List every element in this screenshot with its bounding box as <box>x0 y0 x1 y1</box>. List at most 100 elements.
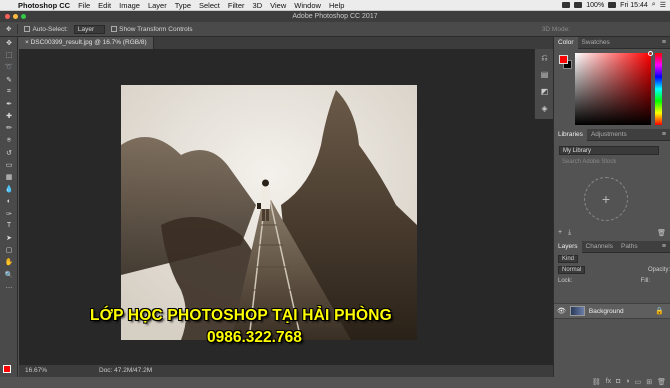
quick-select-icon[interactable]: ✎ <box>0 74 18 86</box>
fx-icon[interactable]: fx <box>606 378 611 386</box>
healing-icon[interactable]: ✚ <box>0 110 18 122</box>
minimize-icon[interactable] <box>13 14 18 19</box>
more-icon[interactable]: … <box>0 281 18 293</box>
adjustment-layer-icon[interactable]: ◑ <box>625 378 629 386</box>
collapsed-panel-strip: ⎌ ▤ ◩ ◈ <box>534 49 553 119</box>
tab-libraries[interactable]: Libraries <box>554 128 587 141</box>
visibility-eye-icon[interactable]: 👁 <box>557 307 566 315</box>
mask-icon[interactable]: ◘ <box>616 378 620 386</box>
auto-select-dropdown[interactable]: Layer <box>73 24 106 34</box>
zoom-window-icon[interactable] <box>21 14 26 19</box>
stamp-icon[interactable]: ⍟ <box>0 135 18 147</box>
menu-help[interactable]: Help <box>325 1 348 10</box>
type-icon[interactable]: T <box>0 220 18 232</box>
library-panel-tabs: Libraries Adjustments ≡ <box>554 128 670 141</box>
dodge-icon[interactable]: ◐ <box>0 195 18 207</box>
delete-layer-icon[interactable]: 🗑 <box>657 378 666 386</box>
shape-icon[interactable]: ▢ <box>0 244 18 256</box>
hand-icon[interactable]: ✋ <box>0 256 18 268</box>
move-icon[interactable]: ✥ <box>0 37 18 49</box>
eraser-icon[interactable]: ▭ <box>0 159 18 171</box>
library-bottom-bar: + ⤓ 🗑 <box>558 229 666 237</box>
add-icon[interactable]: + <box>558 229 562 237</box>
blur-icon[interactable]: 💧 <box>0 183 18 195</box>
trash-icon[interactable]: 🗑 <box>657 229 666 237</box>
doc-size[interactable]: Doc: 47.2M/47.2M <box>99 365 152 377</box>
history-brush-icon[interactable]: ↺ <box>0 147 18 159</box>
wifi-icon[interactable] <box>562 2 571 8</box>
pen-icon[interactable]: ✑ <box>0 208 18 220</box>
library-search[interactable]: Search Adobe Stock <box>559 158 659 167</box>
tab-channels[interactable]: Channels <box>582 241 617 253</box>
blend-mode-select[interactable]: Normal <box>558 265 586 274</box>
tab-paths[interactable]: Paths <box>617 241 642 253</box>
panel-menu-icon[interactable]: ≡ <box>662 131 666 138</box>
tab-swatches[interactable]: Swatches <box>578 37 614 49</box>
color-field[interactable] <box>575 53 651 125</box>
layer-row-background[interactable]: 👁 Background 🔒 <box>554 303 670 319</box>
adjust-icon[interactable]: ◩ <box>535 83 554 100</box>
styles-icon[interactable]: ◈ <box>535 100 554 117</box>
menu-window[interactable]: Window <box>290 1 325 10</box>
overlay-phone-number: 0986.322.768 <box>207 329 302 346</box>
panel-foreground-swatch[interactable] <box>559 55 568 64</box>
tab-layers[interactable]: Layers <box>554 240 582 253</box>
color-panel-tabs: Color Swatches ≡ <box>554 36 670 49</box>
app-title: Adobe Photoshop CC 2017 <box>292 13 378 20</box>
menu-file[interactable]: File <box>74 1 94 10</box>
search-icon[interactable]: ⌕ <box>652 1 656 9</box>
auto-select-label: Auto-Select: <box>32 25 68 33</box>
lock-row: Lock: Fill: <box>554 275 670 286</box>
volume-icon[interactable] <box>574 2 583 8</box>
menu-list-icon[interactable]: ☰ <box>660 1 666 9</box>
filter-row: Kind <box>554 253 670 264</box>
menu-photoshop[interactable]: Photoshop CC <box>14 1 74 10</box>
hue-slider[interactable] <box>655 53 662 125</box>
properties-icon[interactable]: ▤ <box>535 66 554 83</box>
foreground-color-swatch[interactable] <box>3 365 11 373</box>
color-picker-marker[interactable] <box>648 51 653 56</box>
tab-adjustments[interactable]: Adjustments <box>587 129 631 141</box>
app-titlebar: Adobe Photoshop CC 2017 <box>0 11 670 22</box>
document-image[interactable] <box>121 85 417 340</box>
battery-icon[interactable] <box>608 2 617 8</box>
kind-filter[interactable]: Kind <box>558 254 579 263</box>
crop-icon[interactable]: ⌗ <box>0 86 18 98</box>
transform-controls-checkbox[interactable]: Show Transform Controls <box>111 26 192 33</box>
history-icon[interactable]: ⎌ <box>535 49 554 66</box>
menu-3d[interactable]: 3D <box>249 1 267 10</box>
link-icon[interactable]: ⛓ <box>592 378 601 386</box>
path-select-icon[interactable]: ➤ <box>0 232 18 244</box>
auto-select-checkbox[interactable]: Auto-Select: <box>24 25 68 33</box>
menu-select[interactable]: Select <box>195 1 224 10</box>
menu-layer[interactable]: Layer <box>144 1 171 10</box>
panel-menu-icon[interactable]: ≡ <box>662 243 666 250</box>
group-icon[interactable]: ▭ <box>635 378 642 386</box>
move-tool-icon[interactable]: ✥ <box>6 25 11 33</box>
new-layer-icon[interactable]: ⊞ <box>646 378 652 386</box>
menu-filter[interactable]: Filter <box>224 1 249 10</box>
transform-label: Show Transform Controls <box>119 25 193 33</box>
add-content-icon[interactable]: + <box>584 177 628 221</box>
zoom-level[interactable]: 16.67% <box>25 365 47 377</box>
menu-edit[interactable]: Edit <box>94 1 115 10</box>
layers-panel: Kind Normal Opacity: Lock: Fill: 👁 Backg… <box>554 253 670 388</box>
gradient-icon[interactable]: ▦ <box>0 171 18 183</box>
eyedropper-icon[interactable]: ✒ <box>0 98 18 110</box>
menu-type[interactable]: Type <box>171 1 195 10</box>
marquee-icon[interactable]: ⬚ <box>0 49 18 61</box>
panel-menu-icon[interactable]: ≡ <box>662 39 666 46</box>
brush-icon[interactable]: ✏ <box>0 122 18 134</box>
menu-image[interactable]: Image <box>115 1 144 10</box>
lasso-icon[interactable]: ➰ <box>0 61 18 73</box>
document-tab[interactable]: × DSC00399_result.jpg @ 16.7% (RGB/8) <box>19 37 154 49</box>
clock[interactable]: Fri 15:44 <box>620 2 648 9</box>
zoom-icon[interactable]: 🔍 <box>0 269 18 281</box>
library-select[interactable]: My Library <box>559 146 659 155</box>
menu-view[interactable]: View <box>266 1 290 10</box>
download-icon[interactable]: ⤓ <box>568 229 571 237</box>
document-tabbar: × DSC00399_result.jpg @ 16.7% (RGB/8) <box>19 37 553 49</box>
tab-color[interactable]: Color <box>554 36 578 49</box>
close-icon[interactable] <box>5 14 10 19</box>
layer-thumbnail <box>569 306 585 316</box>
